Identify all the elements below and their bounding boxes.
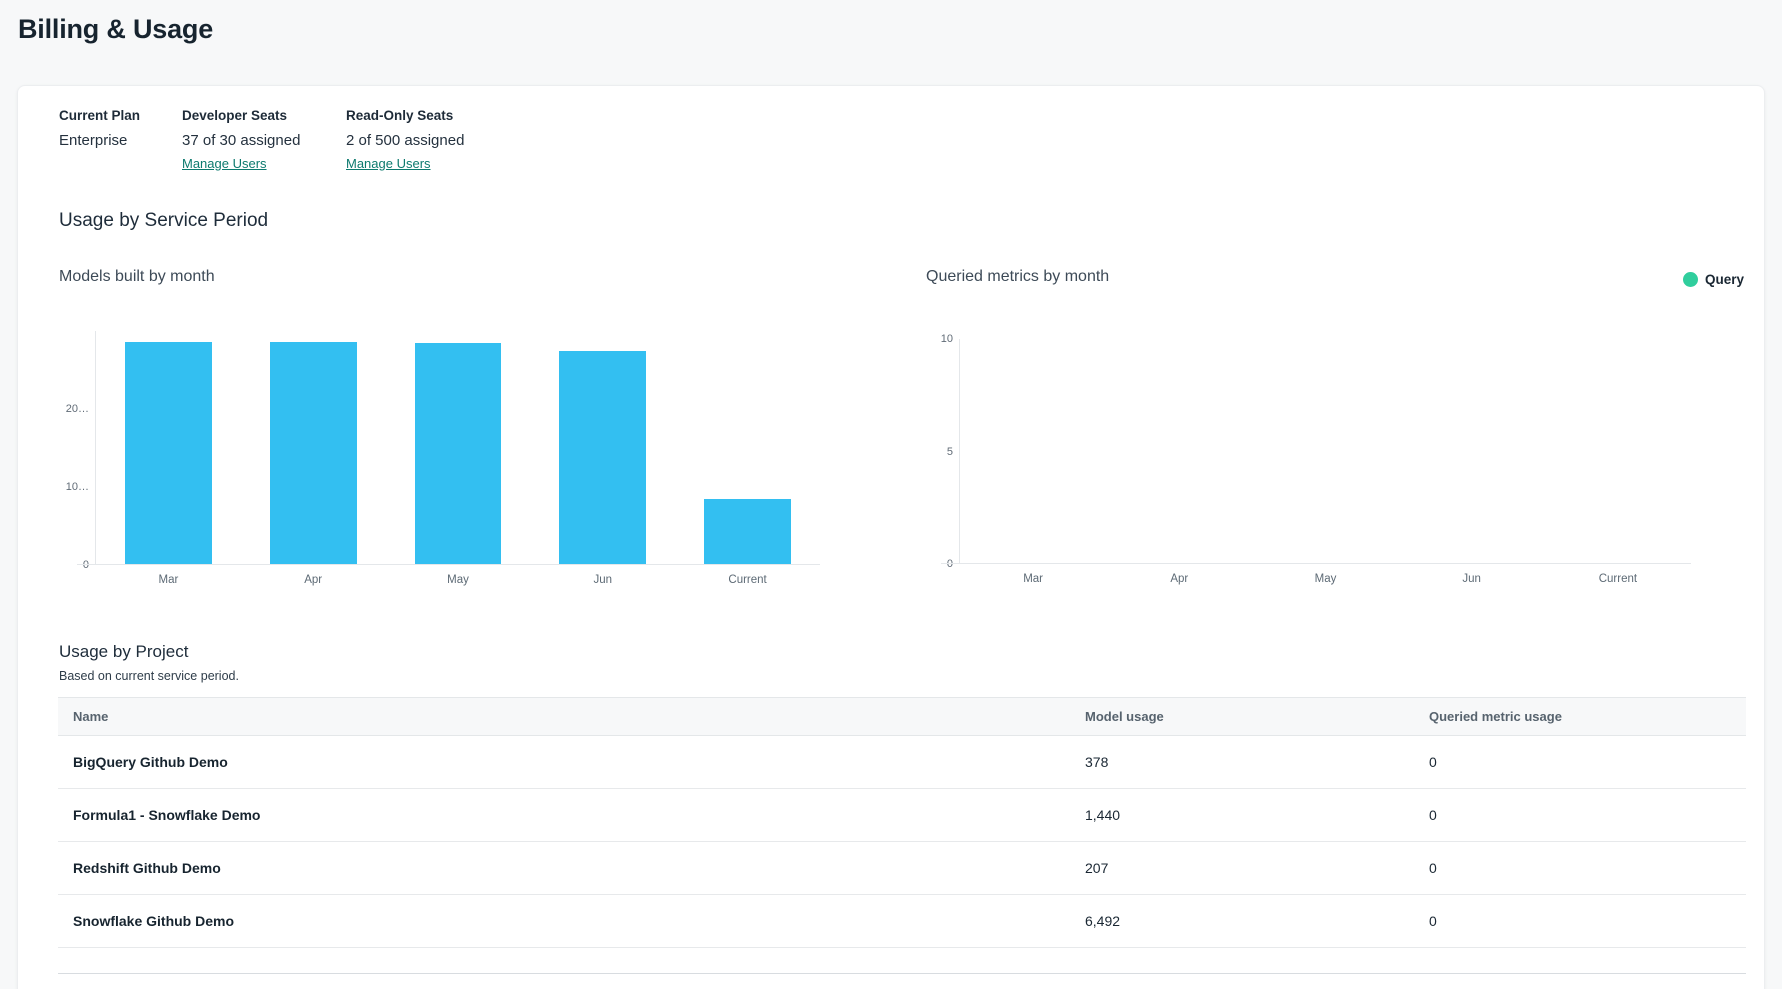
usage-by-project-section: Usage by Project Based on current servic…	[58, 642, 1746, 989]
table-row: BigQuery Github Demo3780	[58, 736, 1746, 789]
current-plan-value: Enterprise	[59, 132, 140, 149]
usage-section-title: Usage by Service Period	[59, 210, 268, 232]
column-header-model-usage: Model usage	[1085, 698, 1429, 736]
manage-users-link-developer[interactable]: Manage Users	[182, 156, 267, 171]
developer-seats-label: Developer Seats	[182, 108, 300, 123]
cell-queried-usage: 0	[1429, 736, 1746, 789]
cell-model-usage: 1,440	[1085, 789, 1429, 842]
cell-model-usage: 6,492	[1085, 895, 1429, 948]
y-tick-label: 0	[913, 557, 953, 571]
chart-bar-mar[interactable]	[125, 342, 212, 565]
column-header-queried-metric-usage: Queried metric usage	[1429, 698, 1746, 736]
manage-users-link-readonly[interactable]: Manage Users	[346, 156, 431, 171]
chart-bar-may[interactable]	[415, 343, 502, 565]
readonly-seats-column: Read-Only Seats 2 of 500 assigned Manage…	[346, 108, 464, 173]
page-title: Billing & Usage	[18, 14, 213, 45]
y-tick-label: 10…	[49, 480, 89, 494]
cell-name: Redshift Github Demo	[58, 842, 1085, 895]
chart-baseline	[941, 563, 1691, 564]
current-plan-label: Current Plan	[59, 108, 140, 123]
usage-table-header-row: Name Model usage Queried metric usage	[58, 698, 1746, 736]
projects-title: Usage by Project	[59, 642, 1746, 662]
x-tick-label: Mar	[960, 573, 1106, 585]
x-tick-label: Apr	[241, 574, 386, 586]
cell-queried-usage: 0	[1429, 842, 1746, 895]
page-header: Billing & Usage	[0, 0, 1782, 85]
chart-baseline	[77, 564, 820, 565]
x-tick-label: Current	[675, 574, 820, 586]
x-tick-label: Jun	[530, 574, 675, 586]
x-tick-label: May	[1252, 573, 1398, 585]
table-row: Snowflake Github Demo6,4920	[58, 895, 1746, 948]
x-tick-label: Current	[1545, 573, 1691, 585]
usage-table: Name Model usage Queried metric usage Bi…	[58, 697, 1746, 948]
y-tick-label: 20…	[49, 402, 89, 416]
cell-name: BigQuery Github Demo	[58, 736, 1085, 789]
x-tick-label: May	[386, 574, 531, 586]
queries-chart-title: Queried metrics by month	[926, 268, 1109, 286]
models-chart-title: Models built by month	[59, 268, 215, 286]
cell-queried-usage: 0	[1429, 895, 1746, 948]
y-tick-label: 5	[913, 445, 953, 459]
chart-bar-jun[interactable]	[559, 351, 646, 566]
y-tick-label: 10	[913, 332, 953, 346]
cell-queried-usage: 0	[1429, 789, 1746, 842]
x-tick-label: Apr	[1106, 573, 1252, 585]
x-tick-label: Jun	[1399, 573, 1545, 585]
usage-table-body: BigQuery Github Demo3780Formula1 - Snowf…	[58, 736, 1746, 948]
legend-dot-icon	[1683, 272, 1698, 287]
cell-model-usage: 378	[1085, 736, 1429, 789]
chart-bar-apr[interactable]	[270, 342, 357, 565]
table-row: Redshift Github Demo2070	[58, 842, 1746, 895]
current-plan-column: Current Plan Enterprise	[59, 108, 140, 149]
cell-name: Formula1 - Snowflake Demo	[58, 789, 1085, 842]
column-header-name: Name	[58, 698, 1085, 736]
projects-subtitle: Based on current service period.	[59, 669, 1746, 683]
y-tick-label: 0	[49, 558, 89, 572]
legend-label: Query	[1705, 272, 1744, 287]
chart-bar-current[interactable]	[704, 499, 791, 565]
readonly-seats-label: Read-Only Seats	[346, 108, 464, 123]
readonly-seats-value: 2 of 500 assigned	[346, 132, 464, 149]
developer-seats-value: 37 of 30 assigned	[182, 132, 300, 149]
table-row: Formula1 - Snowflake Demo1,4400	[58, 789, 1746, 842]
cell-model-usage: 207	[1085, 842, 1429, 895]
section-divider	[58, 973, 1746, 974]
developer-seats-column: Developer Seats 37 of 30 assigned Manage…	[182, 108, 300, 173]
models-built-chart: 010…20…MarAprMayJunCurrent	[95, 331, 820, 565]
x-tick-label: Mar	[96, 574, 241, 586]
query-legend[interactable]: Query	[1683, 272, 1744, 287]
billing-card: Current Plan Enterprise Developer Seats …	[17, 85, 1765, 989]
cell-name: Snowflake Github Demo	[58, 895, 1085, 948]
queried-metrics-chart: 0510MarAprMayJunCurrent	[959, 339, 1691, 564]
